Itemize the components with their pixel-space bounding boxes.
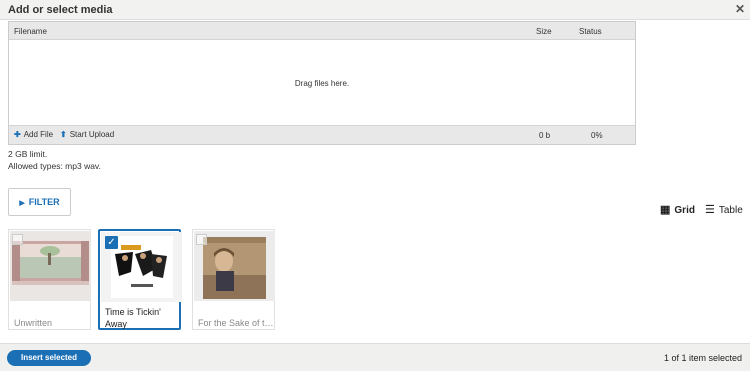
select-checkbox[interactable] [12,234,23,245]
close-icon[interactable]: ✕ [735,2,745,16]
grid-label: Grid [674,205,695,216]
insert-selected-button[interactable]: Insert selected [7,350,91,366]
checked-checkbox-icon[interactable]: ✓ [105,236,118,249]
media-item-for-the-sake-of-the-call[interactable]: For the Sake of the Call [192,229,275,330]
filter-label: FILTER [28,197,60,207]
media-item-time-is-tickin-away[interactable]: ✓ Time is Tickin' Away [98,229,182,330]
media-title: Unwritten [14,318,53,328]
filter-button[interactable]: ▶ FILTER [8,188,71,216]
list-icon: ☰ [705,204,715,216]
upload-dropzone[interactable]: Filename Size Status Drag files here. ✚ A… [8,21,636,145]
select-checkbox[interactable] [196,234,207,245]
table-label: Table [718,205,743,216]
size-limit-text: 2 GB limit. [8,149,48,159]
dialog-titlebar: Add or select media ✕ [0,0,750,20]
total-size: 0 b [539,131,551,140]
dialog-footer: Insert selected 1 of 1 item selected [0,343,750,371]
column-size: Size [536,27,552,36]
selected-count: 1 of 1 item selected [663,353,742,363]
start-upload-button[interactable]: ⬆ Start Upload [60,130,114,139]
grid-icon: ▦ [660,204,671,216]
add-file-button[interactable]: ✚ Add File [14,130,53,139]
upload-footer: ✚ Add File ⬆ Start Upload 0 b 0% [9,125,635,144]
total-status: 0% [591,131,603,140]
dialog-title: Add or select media [8,4,113,16]
add-file-label: Add File [23,130,54,139]
allowed-types-text: Allowed types: mp3 wav. [8,161,101,171]
start-upload-label: Start Upload [69,130,115,139]
upload-arrow-icon: ⬆ [60,130,67,139]
upload-table-header: Filename Size Status [9,22,635,40]
media-title: For the Sake of the Call [198,318,274,328]
media-title: Time is Tickin' Away [105,307,161,329]
column-status: Status [579,27,602,36]
grid-view-toggle[interactable]: ▦ Grid [660,203,695,216]
plus-icon: ✚ [14,130,21,139]
table-view-toggle[interactable]: ☰ Table [705,203,743,216]
drop-hint: Drag files here. [294,79,350,88]
column-filename: Filename [14,27,47,36]
triangle-right-icon: ▶ [19,200,25,207]
media-item-unwritten[interactable]: Unwritten [8,229,91,330]
